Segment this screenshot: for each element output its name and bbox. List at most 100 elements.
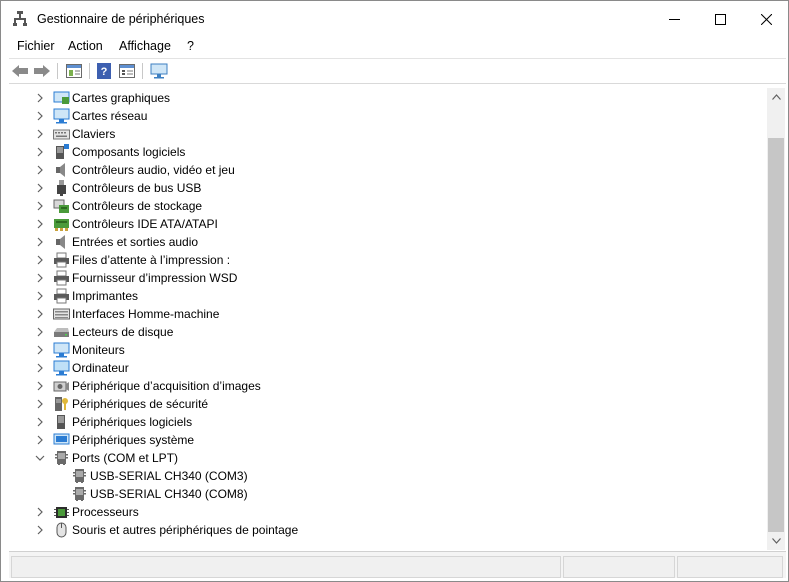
category-item[interactable]: Moniteurs: [10, 341, 767, 359]
device-manager-window: Gestionnaire de périphériques Fichier Ac…: [0, 0, 789, 582]
software-device-icon: [53, 414, 70, 430]
category-item[interactable]: Claviers: [10, 125, 767, 143]
chevron-right-icon[interactable]: [34, 164, 46, 176]
mouse-icon: [53, 522, 70, 538]
chevron-right-icon[interactable]: [34, 326, 46, 338]
menu-bar: Fichier Action Affichage ?: [9, 37, 788, 57]
category-item[interactable]: Cartes réseau: [10, 107, 767, 125]
category-item[interactable]: Périphérique d’acquisition d’images: [10, 377, 767, 395]
chevron-right-icon[interactable]: [34, 110, 46, 122]
chevron-right-icon[interactable]: [34, 524, 46, 536]
chevron-right-icon[interactable]: [34, 200, 46, 212]
close-button[interactable]: [743, 1, 789, 37]
scroll-thumb[interactable]: [768, 138, 784, 532]
category-item[interactable]: Périphériques logiciels: [10, 413, 767, 431]
category-item[interactable]: Files d’attente à l’impression :: [10, 251, 767, 269]
status-cell-3: [677, 556, 783, 578]
category-item[interactable]: Contrôleurs audio, vidéo et jeu: [10, 161, 767, 179]
chevron-right-icon[interactable]: [34, 236, 46, 248]
chevron-right-icon[interactable]: [34, 290, 46, 302]
tree-item-label: USB-SERIAL CH340 (COM8): [90, 487, 248, 501]
maximize-button[interactable]: [697, 1, 743, 37]
toolbar: ?: [9, 58, 786, 84]
tree-item-label: Contrôleurs IDE ATA/ATAPI: [72, 217, 218, 231]
category-item[interactable]: Composants logiciels: [10, 143, 767, 161]
tree-item-label: Périphériques logiciels: [72, 415, 193, 429]
tree-item-label: Cartes réseau: [72, 109, 148, 123]
device-tree[interactable]: Cartes graphiques Cartes réseau Claviers Co…: [10, 88, 767, 548]
status-cell-2: [563, 556, 675, 578]
category-item[interactable]: Ordinateur: [10, 359, 767, 377]
vertical-scrollbar[interactable]: [767, 88, 785, 550]
scroll-up-button[interactable]: [767, 88, 785, 106]
chevron-right-icon[interactable]: [34, 344, 46, 356]
details-view-button[interactable]: [118, 62, 136, 80]
tree-item-label: Ports (COM et LPT): [72, 451, 179, 465]
minimize-button[interactable]: [651, 1, 697, 37]
tree-item-label: Cartes graphiques: [72, 91, 171, 105]
chevron-right-icon[interactable]: [34, 380, 46, 392]
monitor-icon: [150, 63, 168, 79]
menu-affichage[interactable]: Affichage: [119, 39, 171, 53]
category-item[interactable]: Contrôleurs de bus USB: [10, 179, 767, 197]
category-item[interactable]: Souris et autres périphériques de pointa…: [10, 521, 767, 539]
chevron-down-icon: [771, 538, 781, 544]
properties-icon: [66, 64, 82, 78]
tree-item-label: Souris et autres périphériques de pointa…: [72, 523, 299, 537]
category-item[interactable]: Fournisseur d’impression WSD: [10, 269, 767, 287]
chevron-right-icon[interactable]: [34, 434, 46, 446]
chevron-right-icon[interactable]: [34, 308, 46, 320]
device-item[interactable]: USB-SERIAL CH340 (COM8): [10, 485, 767, 503]
tree-item-label: Contrôleurs audio, vidéo et jeu: [72, 163, 235, 177]
category-item[interactable]: Processeurs: [10, 503, 767, 521]
monitor-icon: [53, 342, 70, 358]
menu-help[interactable]: ?: [187, 39, 194, 53]
security-key-icon: [53, 396, 70, 412]
hid-keyboard-icon: [53, 306, 70, 322]
forward-button[interactable]: [33, 62, 51, 80]
chevron-right-icon[interactable]: [34, 272, 46, 284]
category-item[interactable]: Ports (COM et LPT): [10, 449, 767, 467]
help-button[interactable]: ?: [95, 62, 113, 80]
device-item[interactable]: USB-SERIAL CH340 (COM3): [10, 467, 767, 485]
properties-button[interactable]: [65, 62, 83, 80]
software-component-icon: [53, 144, 70, 160]
chevron-right-icon[interactable]: [34, 506, 46, 518]
category-item[interactable]: Contrôleurs IDE ATA/ATAPI: [10, 215, 767, 233]
menu-action[interactable]: Action: [68, 39, 103, 53]
tree-item-label: Fournisseur d’impression WSD: [72, 271, 238, 285]
category-item[interactable]: Contrôleurs de stockage: [10, 197, 767, 215]
tree-item-label: Interfaces Homme-machine: [72, 307, 220, 321]
title-bar[interactable]: Gestionnaire de périphériques: [1, 1, 788, 37]
chevron-right-icon[interactable]: [34, 146, 46, 158]
chevron-right-icon[interactable]: [34, 416, 46, 428]
category-item[interactable]: Entrées et sorties audio: [10, 233, 767, 251]
category-item[interactable]: Périphériques de sécurité: [10, 395, 767, 413]
chevron-right-icon[interactable]: [34, 128, 46, 140]
tree-item-label: Périphérique d’acquisition d’images: [72, 379, 261, 393]
chevron-right-icon[interactable]: [34, 182, 46, 194]
printer-icon: [53, 252, 70, 268]
chevron-right-icon[interactable]: [34, 254, 46, 266]
chevron-right-icon[interactable]: [34, 92, 46, 104]
chevron-right-icon[interactable]: [34, 398, 46, 410]
system-device-icon: [53, 432, 70, 448]
chevron-right-icon[interactable]: [34, 362, 46, 374]
window-title: Gestionnaire de périphériques: [37, 12, 205, 26]
tree-item-label: Imprimantes: [72, 289, 139, 303]
scroll-down-button[interactable]: [767, 532, 785, 550]
tree-item-label: Composants logiciels: [72, 145, 186, 159]
status-cell-main: [11, 556, 561, 578]
chevron-down-icon[interactable]: [34, 452, 46, 464]
back-button[interactable]: [11, 62, 29, 80]
chevron-right-icon[interactable]: [34, 218, 46, 230]
category-item[interactable]: Lecteurs de disque: [10, 323, 767, 341]
tree-item-label: Contrôleurs de stockage: [72, 199, 203, 213]
scan-hardware-button[interactable]: [150, 62, 168, 80]
menu-fichier[interactable]: Fichier: [17, 39, 55, 53]
category-item[interactable]: Interfaces Homme-machine: [10, 305, 767, 323]
category-item[interactable]: Périphériques système: [10, 431, 767, 449]
category-item[interactable]: Imprimantes: [10, 287, 767, 305]
tree-item-label: Ordinateur: [72, 361, 129, 375]
category-item[interactable]: Cartes graphiques: [10, 89, 767, 107]
